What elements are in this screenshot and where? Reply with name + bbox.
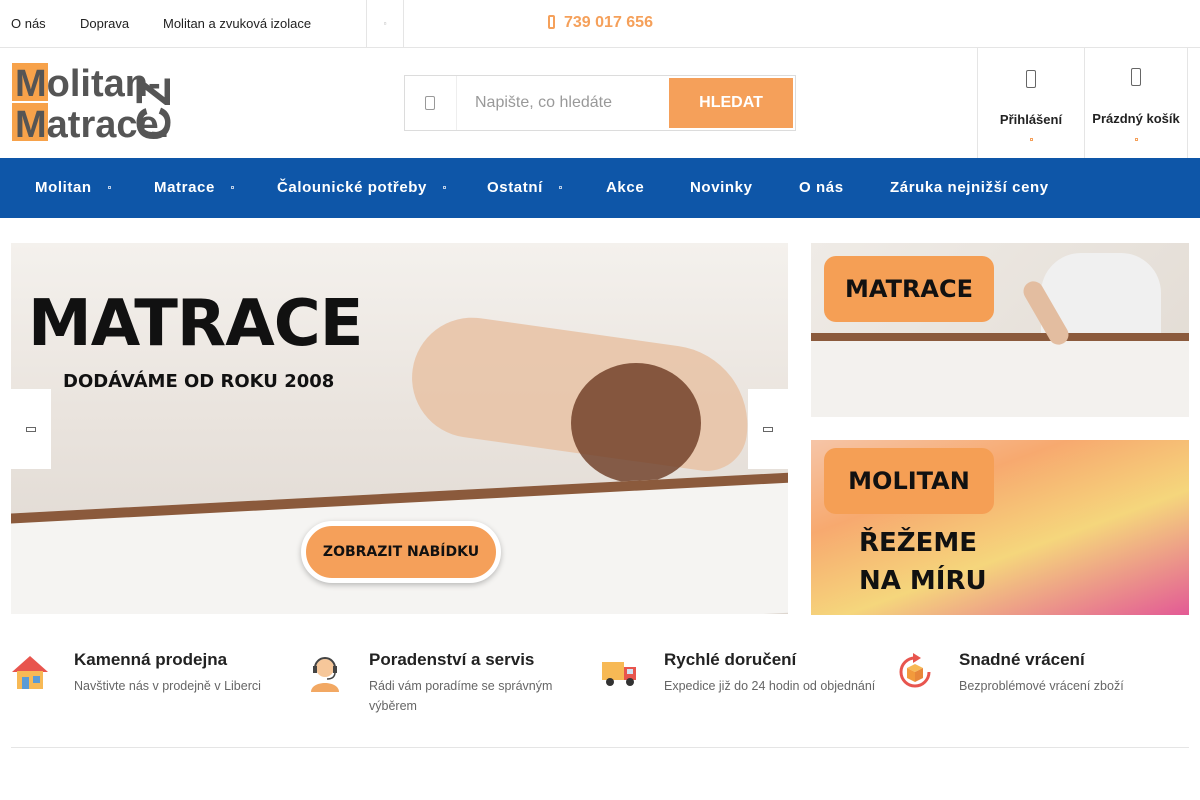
search-form: HLEDAT — [404, 75, 796, 131]
cart-label: Prázdný košík — [1092, 111, 1180, 126]
slider-prev-button[interactable] — [11, 389, 51, 469]
top-link-about[interactable]: O nás — [11, 16, 46, 31]
delivery-truck-icon — [602, 662, 636, 686]
nav-item-akce[interactable]: Akce — [606, 158, 644, 218]
nav-item-molitan[interactable]: Molitan — [35, 158, 111, 218]
logo-graphic: Molitan- Matrace. CZ — [12, 63, 181, 146]
return-icon — [899, 653, 931, 688]
chevron-down-icon — [230, 186, 234, 189]
login-button[interactable]: Přihlášení — [977, 48, 1084, 158]
feature-desc: Rádi vám poradíme se správným výběrem — [369, 679, 553, 713]
side-banner-line1: ŘEŽEME — [859, 528, 978, 558]
feature-desc: Navštivte nás v prodejně v Liberci — [74, 679, 261, 693]
arrow-left-icon — [26, 427, 36, 432]
slider-heading: MATRACE — [28, 287, 363, 361]
more-links-button[interactable]: ▫ — [366, 0, 404, 48]
arrow-right-icon — [763, 427, 773, 432]
side-banner-molitan[interactable]: MOLITAN ŘEŽEME NA MÍRU — [811, 440, 1189, 615]
phone-number: 739 017 656 — [564, 14, 653, 31]
side-banner-matrace[interactable]: MATRACE — [811, 243, 1189, 417]
banner-photo-mattress — [811, 333, 1189, 417]
feature-delivery: Rychlé doručení Expedice již do 24 hodin… — [600, 648, 890, 718]
feature-title: Snadné vrácení — [959, 650, 1085, 669]
chevron-down-icon — [1030, 138, 1033, 141]
chevron-down-icon — [1135, 138, 1138, 141]
store-icon — [12, 656, 48, 689]
nav-item-ostatni[interactable]: Ostatní — [487, 158, 562, 218]
site-logo[interactable]: Molitan- Matrace. CZ — [12, 63, 212, 146]
nav-item-o-nas[interactable]: O nás — [799, 158, 844, 218]
phone-link[interactable]: 739 017 656 — [548, 14, 653, 32]
feature-return: Snadné vrácení Bezproblémové vrácení zbo… — [895, 648, 1185, 718]
cart-icon — [1131, 68, 1141, 86]
feature-desc: Expedice již do 24 hodin od objednání — [664, 679, 876, 693]
svg-text:CZ: CZ — [128, 77, 181, 141]
slider-subheading: DODÁVÁME OD ROKU 2008 — [63, 371, 335, 392]
side-banner-badge: MOLITAN — [824, 448, 994, 514]
section-divider — [11, 747, 1189, 748]
feature-title: Kamenná prodejna — [74, 650, 228, 669]
search-button[interactable]: HLEDAT — [669, 78, 793, 128]
nav-item-zaruka[interactable]: Záruka nejnižší ceny — [890, 158, 1049, 218]
hero-photo-hair — [571, 363, 701, 483]
search-input[interactable] — [475, 88, 665, 118]
slider-cta-button[interactable]: ZOBRAZIT NABÍDKU — [301, 521, 501, 583]
feature-title: Rychlé doručení — [664, 650, 797, 669]
user-icon — [1026, 70, 1036, 88]
side-banner-badge: MATRACE — [824, 256, 994, 322]
chevron-down-icon — [443, 186, 446, 189]
feature-title: Poradenství a servis — [369, 650, 535, 669]
top-link-shipping[interactable]: Doprava — [80, 16, 129, 31]
nav-item-novinky[interactable]: Novinky — [690, 158, 753, 218]
top-bar: O nás Doprava Molitan a zvuková izolace … — [0, 0, 1200, 48]
support-icon — [311, 657, 339, 692]
feature-store: Kamenná prodejna Navštivte nás v prodejn… — [10, 648, 300, 718]
chevron-down-icon: ▫ — [383, 19, 387, 28]
hero-slider[interactable]: MATRACE DODÁVÁME OD ROKU 2008 ZOBRAZIT N… — [11, 243, 788, 614]
cart-button[interactable]: Prázdný košík — [1084, 48, 1188, 158]
top-link-insulation[interactable]: Molitan a zvuková izolace — [163, 16, 311, 31]
nav-item-calounicke-potreby[interactable]: Čalounické potřeby — [277, 158, 446, 218]
side-banner-line2: NA MÍRU — [859, 566, 987, 596]
phone-icon — [548, 15, 555, 29]
login-label: Přihlášení — [999, 112, 1063, 127]
search-icon[interactable] — [405, 76, 457, 130]
chevron-down-icon — [107, 186, 111, 189]
chevron-down-icon — [558, 186, 562, 189]
nav-item-matrace[interactable]: Matrace — [154, 158, 234, 218]
feature-desc: Bezproblémové vrácení zboží — [959, 679, 1124, 693]
feature-support: Poradenství a servis Rádi vám poradíme s… — [305, 648, 595, 718]
slider-next-button[interactable] — [748, 389, 788, 469]
main-navigation: Molitan Matrace Čalounické potřeby Ostat… — [0, 158, 1200, 218]
